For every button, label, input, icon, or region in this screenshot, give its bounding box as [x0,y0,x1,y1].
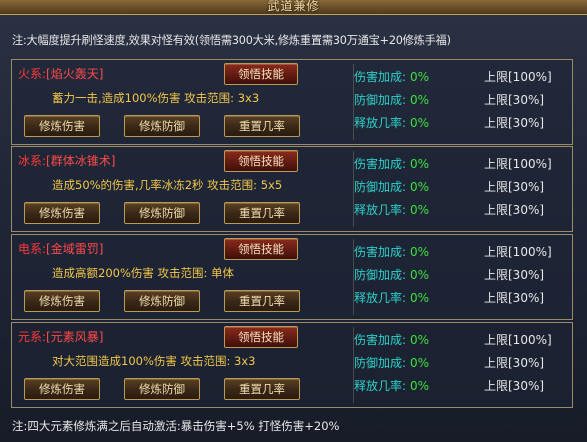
reset-rate-button-fire[interactable]: 重置几率 [224,115,300,137]
reset-rate-button-ice[interactable]: 重置几率 [224,202,300,224]
stat-limit: 上限[100%] [484,333,552,347]
reset-rate-button-thunder[interactable]: 重置几率 [224,290,300,312]
train-defense-button-thunder[interactable]: 修炼防御 [124,290,200,312]
skill-name: [元素风暴] [46,330,104,344]
skill-name: [焰火轰天] [46,67,104,81]
skill-description: 造成高额200%伤害 攻击范围: 单体 [52,266,235,280]
learn-skill-button-thunder[interactable]: 领悟技能 [224,238,298,260]
train-attack-button-fire[interactable]: 修炼伤害 [24,115,100,137]
train-attack-button-ice[interactable]: 修炼伤害 [24,202,100,224]
element-label: 冰系: [18,154,47,168]
stat-row: 伤害加成: 0% [354,243,429,260]
stat-label: 防御加成: [354,268,407,282]
stat-row: 释放几率: 0% [354,201,429,218]
learn-skill-button-ice[interactable]: 领悟技能 [224,150,298,172]
skill-description: 蓄力一击,造成100%伤害 攻击范围: 3x3 [52,91,260,105]
reset-rate-button-arcane[interactable]: 重置几率 [224,378,300,400]
stat-limit: 上限[30%] [484,268,545,282]
element-label: 元系: [18,330,47,344]
element-panel-ice: 冰系:[群体冰锥术] 领悟技能造成50%的伤害,几率冰冻2秒 攻击范围: 5x5 修… [11,146,573,232]
element-label: 火系: [18,67,47,81]
stat-limit: 上限[30%] [484,203,545,217]
stat-limit: 上限[100%] [484,70,552,84]
title-bar: 武道兼修 [0,0,587,15]
stat-limit: 上限[30%] [484,356,545,370]
stat-limit: 上限[30%] [484,291,545,305]
stat-label: 伤害加成: [354,245,407,259]
stat-row: 防御加成: 0% [354,354,429,371]
stat-limit: 上限[100%] [484,157,552,171]
skill-name: [群体冰锥术] [46,154,116,168]
stat-limit: 上限[30%] [484,116,545,130]
element-panel-fire: 火系:[焰火轰天] 领悟技能蓄力一击,造成100%伤害 攻击范围: 3x3 修炼伤害… [11,59,573,145]
stat-row: 释放几率: 0% [354,377,429,394]
element-panel-thunder: 电系:[金域雷罚] 领悟技能造成高额200%伤害 攻击范围: 单体修炼伤害 修炼防御… [11,234,573,320]
stat-value: 0% [410,356,430,370]
train-attack-button-arcane[interactable]: 修炼伤害 [24,378,100,400]
skill-description: 造成50%的伤害,几率冰冻2秒 攻击范围: 5x5 [52,178,283,192]
stat-label: 防御加成: [354,180,407,194]
train-defense-button-fire[interactable]: 修炼防御 [124,115,200,137]
train-defense-button-ice[interactable]: 修炼防御 [124,202,200,224]
train-defense-button-arcane[interactable]: 修炼防御 [124,378,200,400]
learn-skill-button-fire[interactable]: 领悟技能 [224,63,298,85]
stat-row: 防御加成: 0% [354,91,429,108]
stat-label: 释放几率: [354,116,407,130]
stat-value: 0% [410,268,430,282]
skill-title: 火系:[焰火轰天] [18,65,103,82]
skill-name: [金域雷罚] [46,242,104,256]
stat-value: 0% [410,116,430,130]
stat-value: 0% [410,245,430,259]
stat-value: 0% [410,333,430,347]
stat-label: 释放几率: [354,379,407,393]
stat-limit: 上限[100%] [484,245,552,259]
stat-label: 防御加成: [354,93,407,107]
stat-row: 伤害加成: 0% [354,68,429,85]
stat-value: 0% [410,180,430,194]
stat-value: 0% [410,157,430,171]
learn-skill-button-arcane[interactable]: 领悟技能 [224,326,298,348]
footer-note: 注:四大元素修炼满之后自动激活:暴击伤害+5% 打怪伤害+20% [12,419,340,433]
stat-row: 释放几率: 0% [354,114,429,131]
stat-label: 防御加成: [354,356,407,370]
stat-label: 伤害加成: [354,333,407,347]
skill-title: 元系:[元素风暴] [18,328,103,345]
skill-description: 对大范围造成100%伤害 攻击范围: 3x3 [52,354,256,368]
stat-row: 伤害加成: 0% [354,331,429,348]
window-title: 武道兼修 [267,0,320,13]
stat-value: 0% [410,291,430,305]
stat-value: 0% [410,379,430,393]
stat-label: 伤害加成: [354,157,407,171]
stat-value: 0% [410,93,430,107]
train-attack-button-thunder[interactable]: 修炼伤害 [24,290,100,312]
stat-row: 伤害加成: 0% [354,155,429,172]
stat-value: 0% [410,70,430,84]
top-note: 注:大幅度提升刷怪速度,效果对怪有效(领悟需300大米,修炼重置需30万通宝+2… [12,34,451,47]
stat-limit: 上限[30%] [484,379,545,393]
stat-row: 防御加成: 0% [354,266,429,283]
stat-label: 释放几率: [354,203,407,217]
stat-limit: 上限[30%] [484,93,545,107]
stat-label: 伤害加成: [354,70,407,84]
skill-title: 电系:[金域雷罚] [18,240,103,257]
stat-label: 释放几率: [354,291,407,305]
element-label: 电系: [18,242,47,256]
stat-row: 防御加成: 0% [354,178,429,195]
skill-title: 冰系:[群体冰锥术] [18,152,115,169]
martial-training-window: 武道兼修 注:大幅度提升刷怪速度,效果对怪有效(领悟需300大米,修炼重置需30… [0,0,587,442]
element-panel-arcane: 元系:[元素风暴] 领悟技能对大范围造成100%伤害 攻击范围: 3x3 修炼伤害 修… [11,322,573,408]
stat-row: 释放几率: 0% [354,289,429,306]
stat-limit: 上限[30%] [484,180,545,194]
stat-value: 0% [410,203,430,217]
